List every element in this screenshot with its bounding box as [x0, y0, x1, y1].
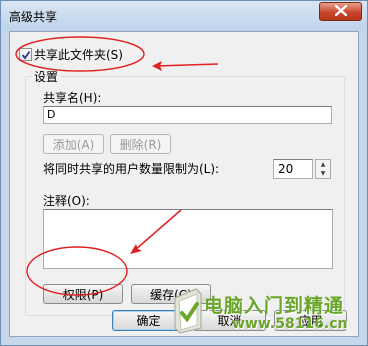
share-name-value: D: [47, 108, 56, 121]
permissions-button[interactable]: 权限(P): [43, 284, 123, 304]
user-limit-spinner[interactable]: ▲ ▼: [315, 159, 331, 179]
user-limit-label: 将同时共享的用户数量限制为(L):: [43, 162, 220, 176]
comment-textarea[interactable]: [43, 209, 333, 269]
watermark-logo-icon: [170, 286, 206, 339]
watermark-url: www.58116.cn: [232, 316, 348, 332]
settings-legend: 设置: [32, 68, 61, 85]
user-limit-input[interactable]: 20: [273, 159, 313, 179]
watermark-text: 电脑入门到精通: [204, 295, 345, 317]
comment-label: 注释(O):: [43, 194, 90, 208]
remove-button[interactable]: 删除(R): [110, 134, 171, 154]
close-button[interactable]: [319, 2, 362, 21]
share-name-label: 共享名(H):: [43, 91, 102, 105]
spin-down-icon[interactable]: ▼: [316, 169, 330, 178]
spin-up-icon[interactable]: ▲: [316, 160, 330, 169]
share-folder-label: 共享此文件夹(S): [34, 48, 123, 62]
window-title: 高级共享: [9, 10, 58, 24]
settings-group: 设置 共享名(H): D 添加(A) 删除(R) 将同时共享的用户数量限制为(L…: [25, 68, 345, 316]
user-limit-value: 20: [278, 162, 294, 176]
close-x-icon: [334, 4, 347, 19]
title-bar[interactable]: 高级共享: [1, 1, 367, 31]
share-name-input[interactable]: D: [43, 106, 332, 124]
add-button[interactable]: 添加(A): [43, 134, 104, 154]
share-folder-row[interactable]: 共享此文件夹(S): [19, 46, 123, 63]
share-folder-checkbox[interactable]: [19, 48, 32, 61]
checkmark-icon: [21, 50, 30, 59]
